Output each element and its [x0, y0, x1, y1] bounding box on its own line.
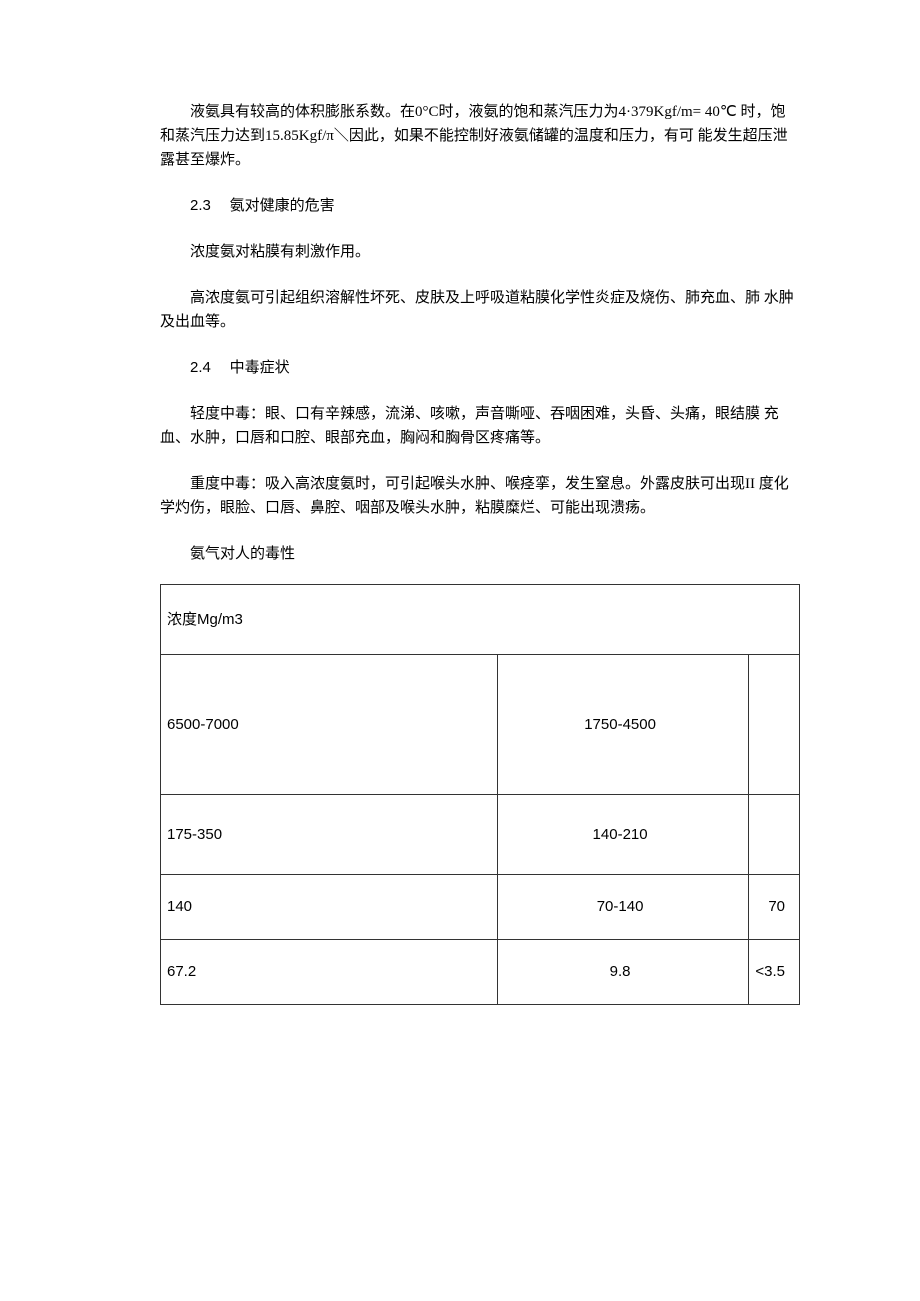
table-row: 140 70-140 70: [161, 875, 800, 940]
toxicity-table: 浓度Mg/m3 6500-7000 1750-4500 175-350 140-…: [160, 584, 800, 1005]
table-title: 氨气对人的毒性: [160, 542, 800, 566]
table-cell: 70-140: [497, 875, 749, 940]
section-title: 氨对健康的危害: [230, 198, 335, 214]
table-header-row: 浓度Mg/m3: [161, 585, 800, 655]
paragraph-mild-poison: 轻度中毒：眼、口有辛辣感，流涕、咳嗽，声音嘶哑、吞咽困难，头昏、头痛，眼结膜 充…: [160, 402, 800, 450]
table-cell: 140: [161, 875, 498, 940]
section-number: 2.4: [190, 359, 211, 376]
table-cell: 140-210: [497, 795, 749, 875]
table-cell: [749, 655, 800, 795]
table-cell: 70: [749, 875, 800, 940]
table-row: 6500-7000 1750-4500: [161, 655, 800, 795]
paragraph-low-conc: 浓度氨对粘膜有刺激作用。: [160, 240, 800, 264]
table-cell: [749, 795, 800, 875]
table-row: 175-350 140-210: [161, 795, 800, 875]
paragraph-severe-poison: 重度中毒：吸入高浓度氨时，可引起喉头水肿、喉痉挛，发生窒息。外露皮肤可出现II …: [160, 472, 800, 520]
table-cell: 1750-4500: [497, 655, 749, 795]
table-cell: 175-350: [161, 795, 498, 875]
section-2-3-heading: 2.3 氨对健康的危害: [160, 194, 800, 218]
table-cell: 67.2: [161, 940, 498, 1005]
section-2-4-heading: 2.4 中毒症状: [160, 356, 800, 380]
table-cell: 9.8: [497, 940, 749, 1005]
table-cell: <3.5: [749, 940, 800, 1005]
table-cell: 6500-7000: [161, 655, 498, 795]
paragraph-expansion: 液氨具有较高的体积膨胀系数。在0°C时，液氨的饱和蒸汽压力为4·379Kgf/m…: [160, 100, 800, 172]
section-title: 中毒症状: [230, 360, 290, 376]
section-number: 2.3: [190, 197, 211, 214]
paragraph-high-conc: 高浓度氨可引起组织溶解性坏死、皮肤及上呼吸道粘膜化学性炎症及烧伤、肺充血、肺 水…: [160, 286, 800, 334]
table-header-cell: 浓度Mg/m3: [161, 585, 800, 655]
table-row: 67.2 9.8 <3.5: [161, 940, 800, 1005]
